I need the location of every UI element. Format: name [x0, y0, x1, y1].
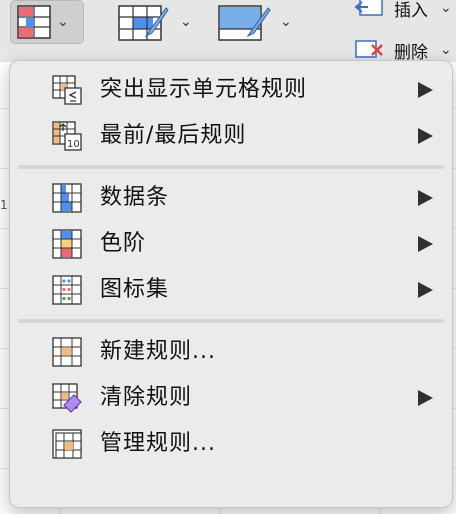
menu-item-top-bottom-rules[interactable]: 10 最前/最后规则	[10, 113, 452, 159]
delete-button[interactable]: 删除 ⌄	[354, 38, 452, 63]
delete-label: 删除	[394, 42, 428, 63]
menu-separator	[18, 319, 444, 323]
insert-label: 插入	[394, 0, 428, 21]
ribbon-toolbar: ⌄ ⌄ ⌄ 插入 ⌄ 删除 ⌄	[0, 0, 456, 63]
top-bottom-icon: 10	[52, 121, 82, 151]
submenu-arrow-icon	[418, 282, 433, 298]
chevron-down-icon: ⌄	[57, 14, 69, 30]
manage-rules-icon	[52, 429, 82, 459]
new-rule-icon	[52, 337, 82, 367]
submenu-arrow-icon	[418, 390, 433, 406]
submenu-arrow-icon	[418, 128, 433, 144]
menu-item-data-bars[interactable]: 数据条	[10, 175, 452, 221]
cell-styles-button[interactable]: ⌄	[216, 0, 306, 44]
menu-separator	[18, 165, 444, 169]
conditional-formatting-menu: 突出显示单元格规则 10 最前/最后规则 数据条 色阶 图标集 新建规则... …	[9, 60, 453, 508]
menu-item-clear-rules[interactable]: 清除规则	[10, 375, 452, 421]
highlight-cells-icon	[52, 75, 82, 105]
menu-item-icon-sets[interactable]: 图标集	[10, 267, 452, 313]
delete-cells-icon	[355, 40, 383, 58]
format-as-table-button[interactable]: ⌄	[116, 0, 206, 44]
row-header-fragment: 1	[0, 198, 8, 212]
svg-text:10: 10	[67, 139, 80, 150]
chevron-down-icon: ⌄	[440, 42, 452, 58]
menu-item-label: 管理规则...	[100, 431, 216, 456]
menu-item-label: 清除规则	[100, 385, 193, 410]
menu-item-label: 数据条	[100, 185, 170, 210]
format-as-table-icon	[118, 5, 169, 41]
menu-item-label: 色阶	[100, 231, 147, 256]
menu-item-label: 突出显示单元格规则	[100, 77, 308, 102]
menu-item-label: 新建规则...	[100, 339, 216, 364]
conditional-formatting-face: ⌄	[10, 0, 84, 44]
chevron-down-icon: ⌄	[440, 0, 452, 16]
insert-cells-icon	[354, 0, 383, 16]
icon-sets-icon	[52, 275, 82, 305]
menu-item-color-scales[interactable]: 色阶	[10, 221, 452, 267]
chevron-down-icon: ⌄	[280, 14, 292, 30]
chevron-down-icon: ⌄	[180, 14, 192, 30]
menu-item-label: 最前/最后规则	[100, 123, 247, 148]
menu-item-highlight-cells-rules[interactable]: 突出显示单元格规则	[10, 67, 452, 113]
submenu-arrow-icon	[418, 190, 433, 206]
conditional-formatting-icon	[17, 5, 51, 39]
menu-item-new-rule[interactable]: 新建规则...	[10, 329, 452, 375]
insert-button[interactable]: 插入 ⌄	[354, 0, 452, 21]
menu-item-label: 图标集	[100, 277, 170, 302]
conditional-formatting-button[interactable]: ⌄	[10, 0, 106, 44]
clear-rules-icon	[52, 383, 82, 413]
data-bars-icon	[52, 183, 82, 213]
submenu-arrow-icon	[418, 82, 433, 98]
color-scales-icon	[52, 229, 82, 259]
submenu-arrow-icon	[418, 236, 433, 252]
menu-item-manage-rules[interactable]: 管理规则...	[10, 421, 452, 467]
cell-styles-icon	[218, 5, 271, 41]
